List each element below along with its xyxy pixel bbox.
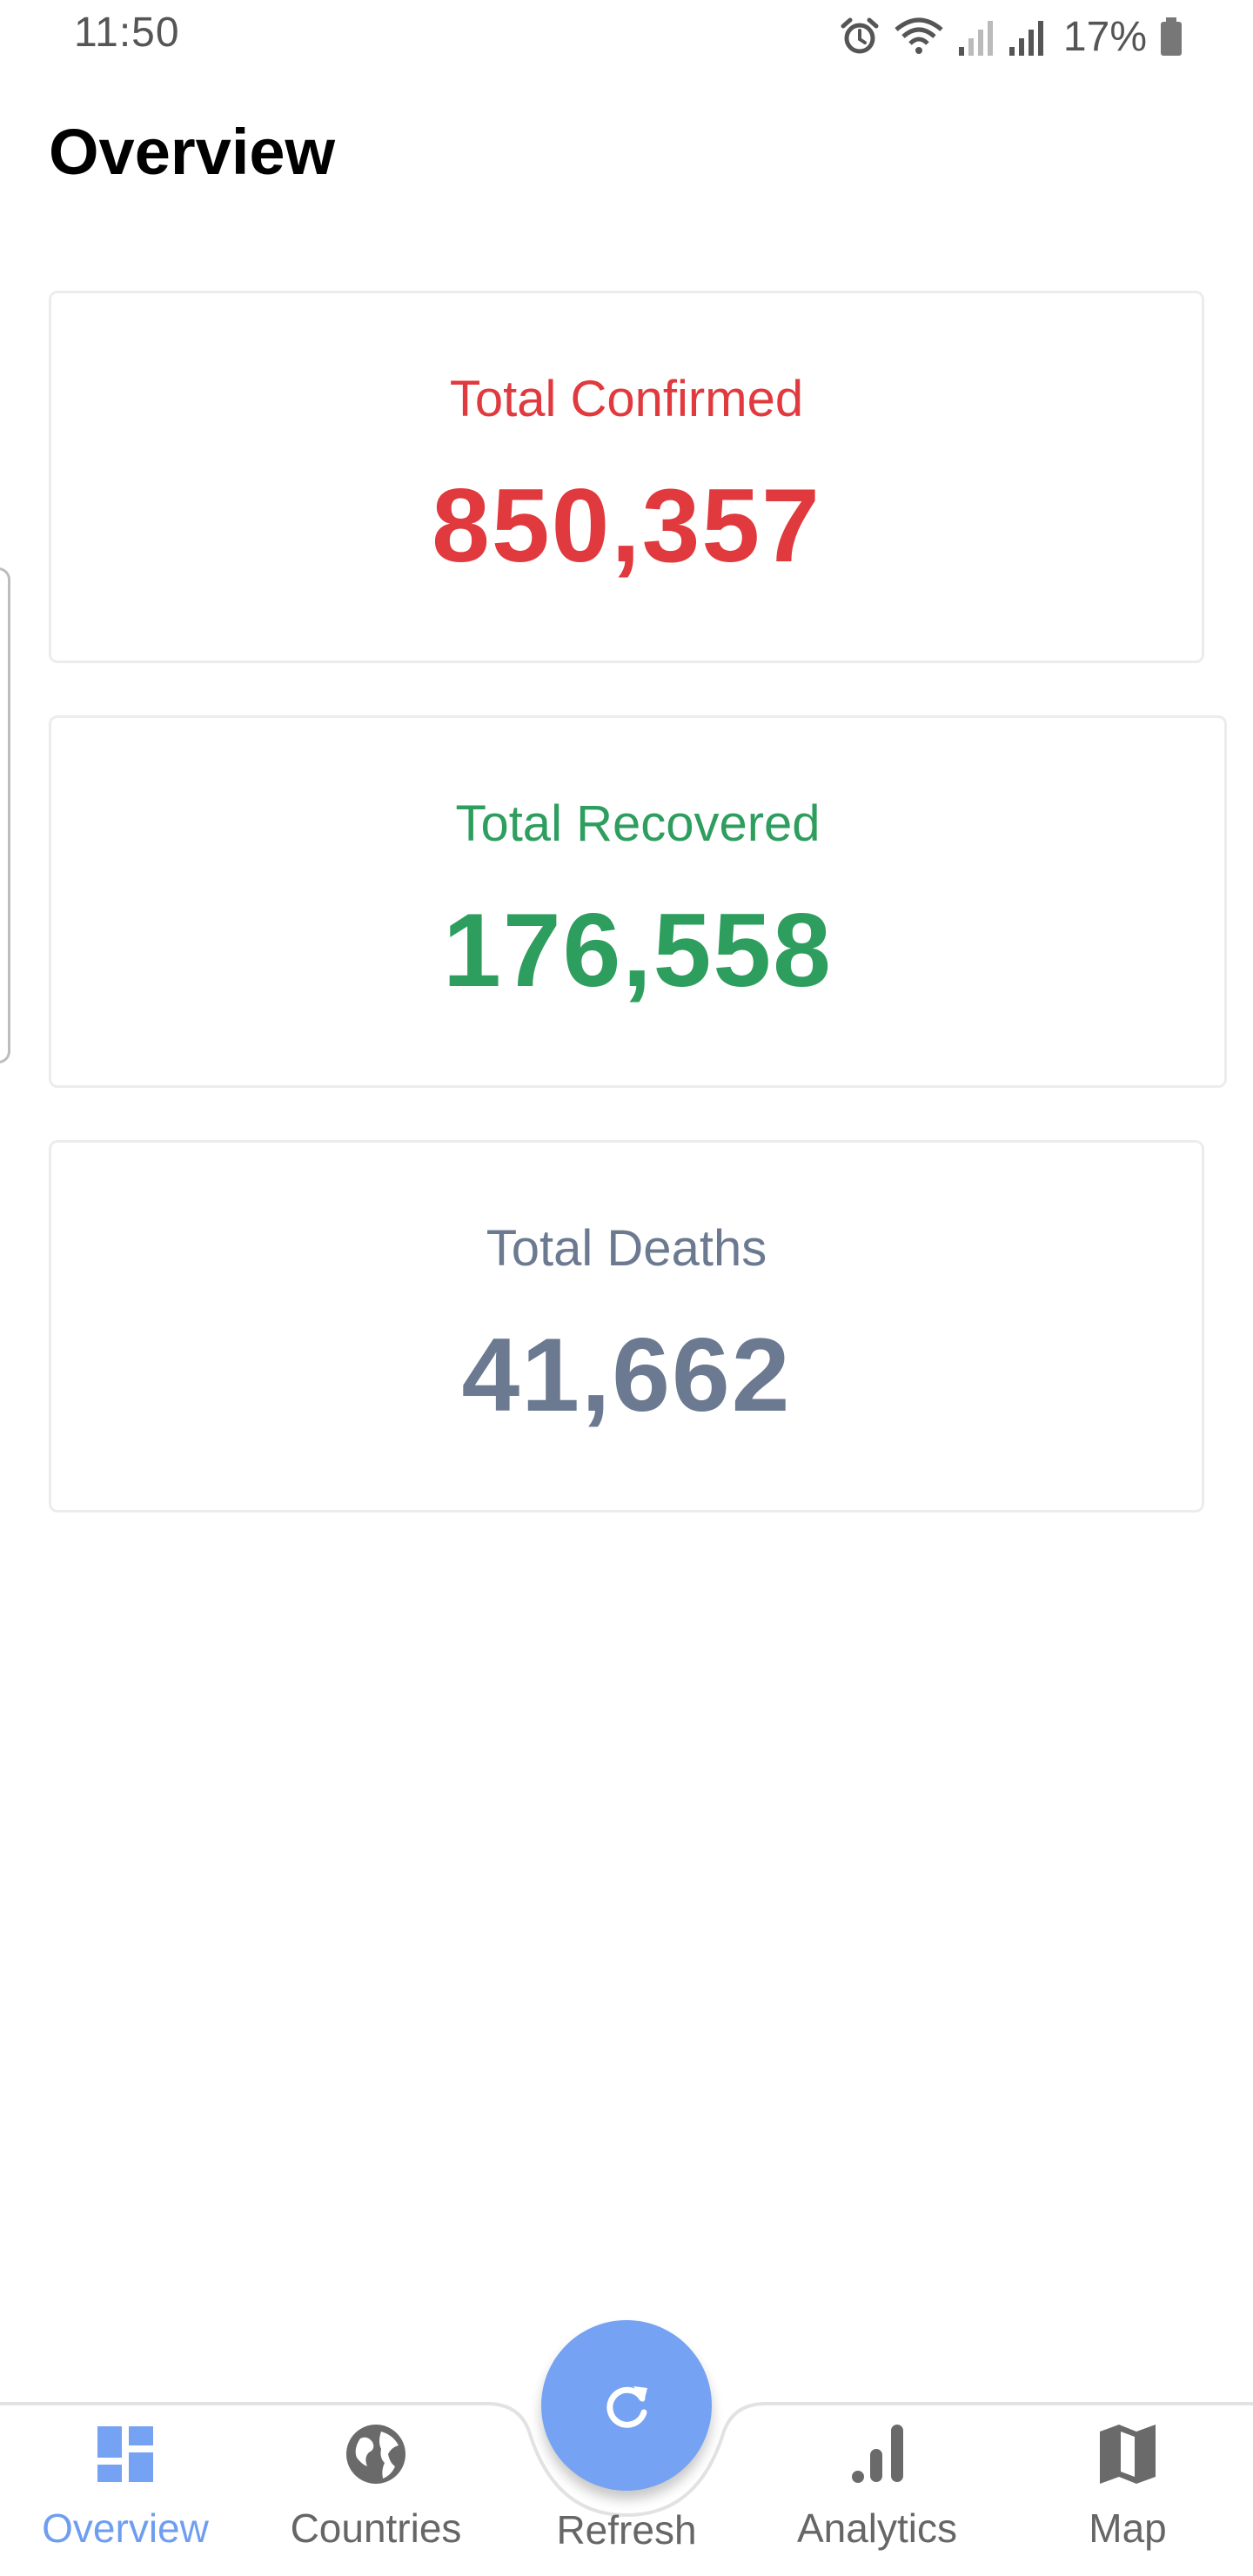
globe-icon (346, 2425, 405, 2484)
nav-analytics-label: Analytics (796, 2506, 958, 2551)
deaths-card: Total Deaths 41,662 (49, 1140, 1204, 1513)
signal-icon (1008, 16, 1046, 57)
app-screen: 11:50 17% Overview Total Confirmed 850,3… (0, 0, 1253, 2576)
nav-overview[interactable]: Overview (21, 2419, 230, 2567)
page-title: Overview (49, 116, 336, 188)
deaths-value: 41,662 (461, 1317, 792, 1433)
nav-map[interactable]: Map (1023, 2419, 1232, 2567)
wifi-icon (893, 16, 945, 57)
nav-overview-label: Overview (42, 2506, 209, 2551)
nav-refresh-label: Refresh (556, 2507, 697, 2553)
nav-analytics[interactable]: Analytics (773, 2419, 982, 2567)
edge-panel-handle[interactable] (0, 567, 10, 1063)
alarm-icon (839, 16, 881, 57)
bar-chart-icon (852, 2425, 903, 2483)
nav-countries[interactable]: Countries (271, 2419, 480, 2567)
refresh-button[interactable] (541, 2320, 712, 2491)
confirmed-label: Total Confirmed (449, 371, 804, 427)
confirmed-value: 850,357 (432, 467, 821, 584)
status-time: 11:50 (74, 10, 180, 56)
nav-countries-label: Countries (290, 2506, 462, 2551)
recovered-value: 176,558 (443, 892, 833, 1009)
nav-map-label: Map (1089, 2506, 1167, 2551)
dashboard-icon (97, 2426, 153, 2482)
signal-icon (957, 16, 995, 57)
status-icons: 17% (839, 10, 1183, 63)
confirmed-card: Total Confirmed 850,357 (49, 291, 1204, 663)
recovered-card: Total Recovered 176,558 (49, 715, 1227, 1088)
map-icon (1100, 2425, 1156, 2484)
refresh-icon (606, 2386, 647, 2428)
battery-percentage: 17% (1062, 13, 1147, 60)
deaths-label: Total Deaths (486, 1220, 767, 1277)
status-bar: 11:50 17% (0, 0, 1253, 73)
recovered-label: Total Recovered (455, 795, 821, 852)
battery-icon (1159, 16, 1183, 57)
